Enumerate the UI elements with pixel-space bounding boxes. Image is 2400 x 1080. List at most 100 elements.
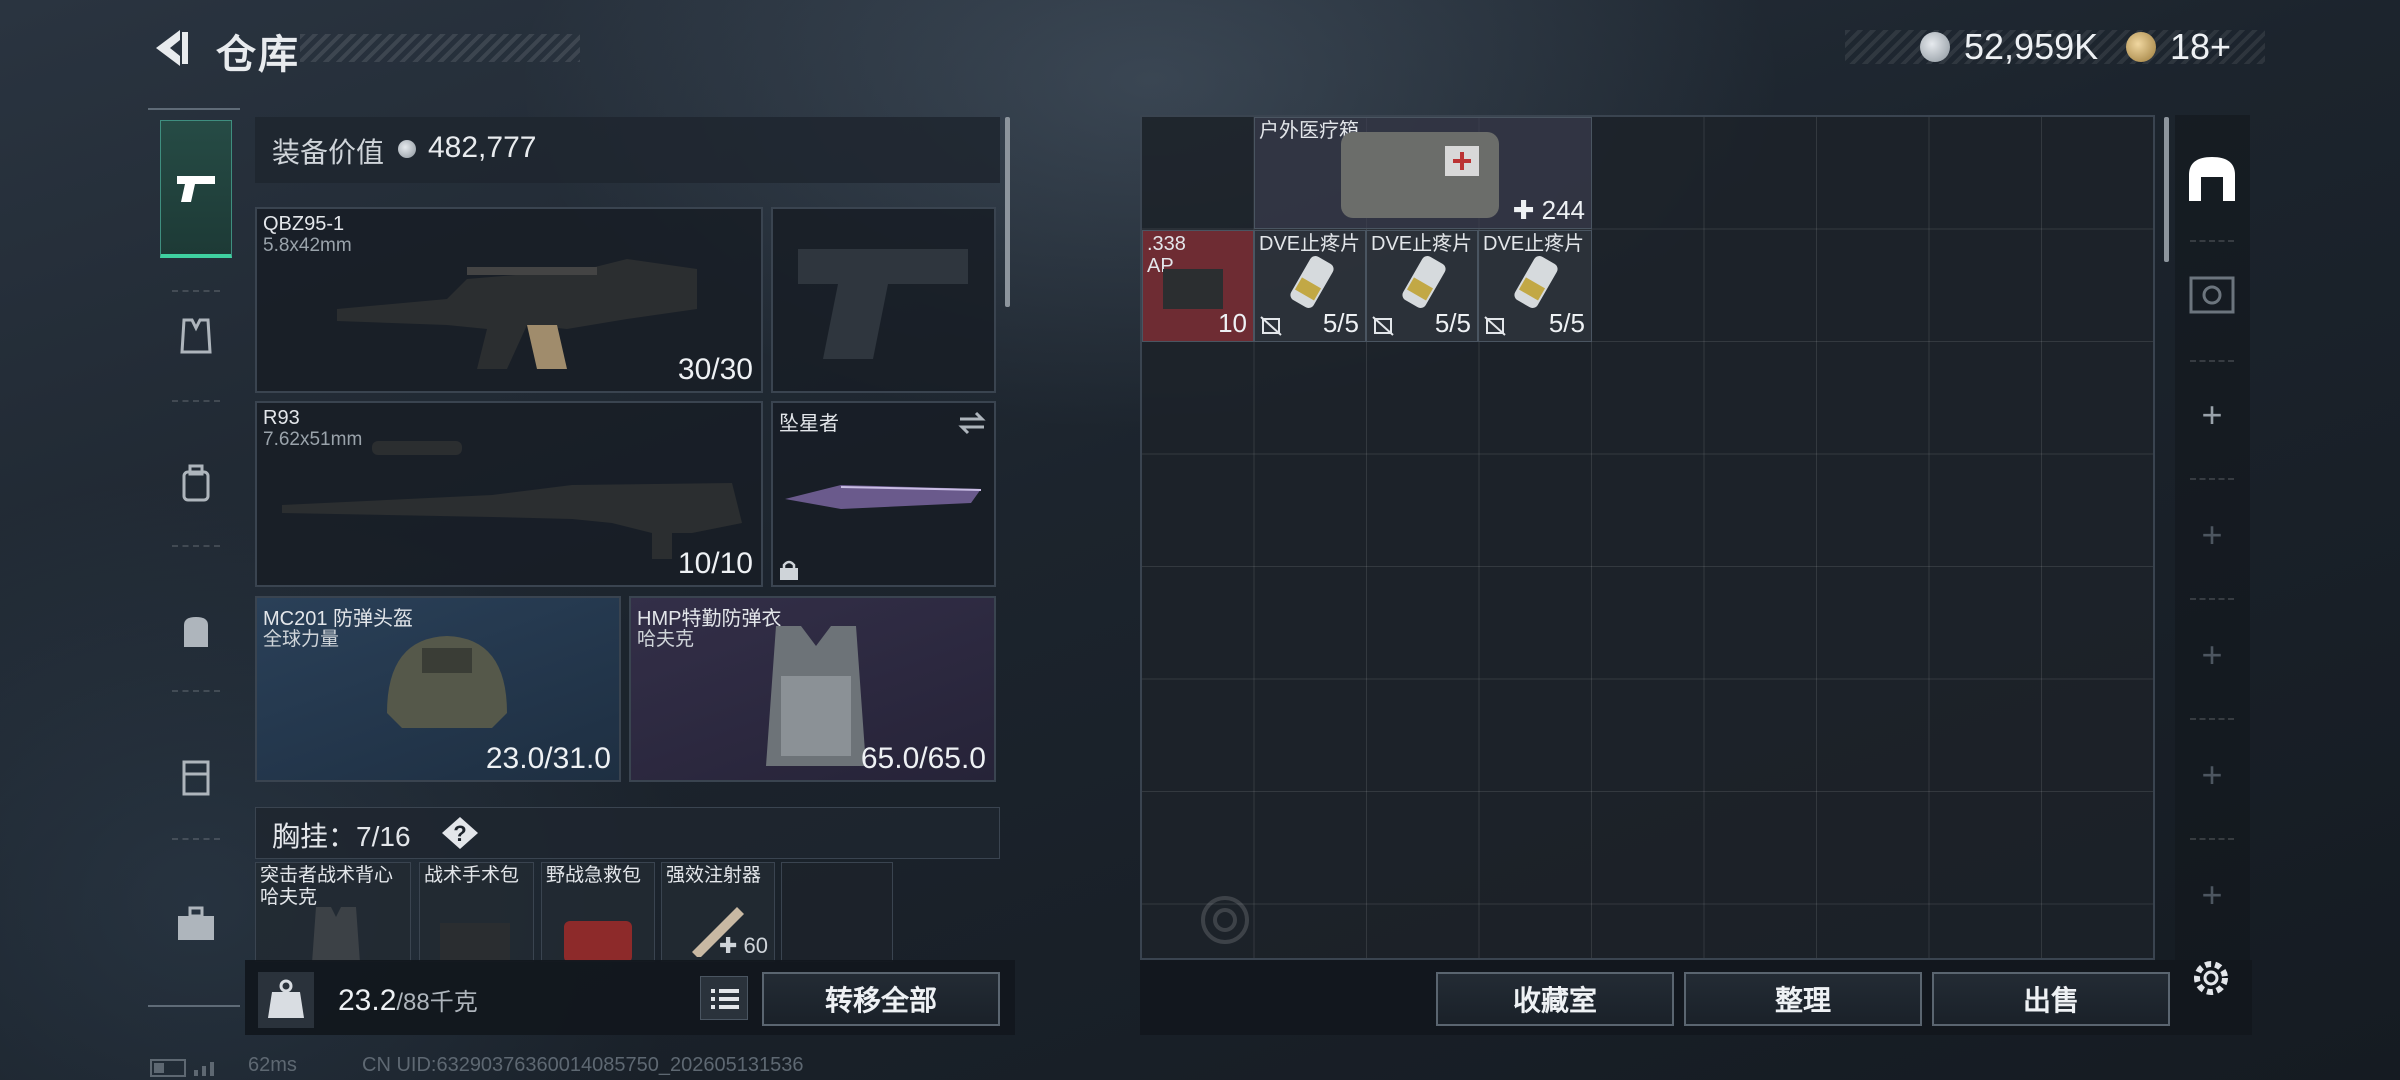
settings-gear-icon[interactable]	[2188, 955, 2234, 1001]
primary-weapon-slot[interactable]: QBZ95-1 5.8x42mm 30/30	[255, 207, 763, 393]
list-icon	[711, 989, 739, 1009]
toolbox-icon	[178, 906, 214, 940]
stash-tab-main[interactable]	[2182, 148, 2242, 208]
chest-item-surgery-kit[interactable]: 战术手术包	[419, 862, 534, 962]
help-icon[interactable]: ?	[440, 815, 480, 851]
gold-coin-icon	[2126, 32, 2156, 62]
transfer-all-button[interactable]: 转移全部	[762, 972, 1000, 1026]
first-aid-image	[564, 921, 632, 961]
medical-box-image	[1341, 132, 1499, 218]
sell-button[interactable]: 出售	[1932, 972, 2170, 1026]
chest-item-vest[interactable]: 突击者战术背心 哈夫克	[255, 862, 411, 962]
stash-item-painkiller[interactable]: DVE止疼片 5/5	[1366, 230, 1478, 342]
add-stash-page-button[interactable]: +	[2182, 745, 2242, 805]
stash-item-ammo[interactable]: .338 AP 10	[1142, 230, 1254, 342]
no-share-icon	[1484, 316, 1506, 336]
vest-icon	[180, 318, 212, 354]
surgery-kit-image	[440, 923, 510, 961]
add-stash-page-button[interactable]: +	[2182, 505, 2242, 565]
item-name: 战术手术包	[424, 865, 520, 886]
equipment-value-label: 装备价值	[272, 137, 385, 168]
weight-icon-box	[258, 972, 314, 1028]
safe-box-icon	[2189, 276, 2235, 314]
silver-coin-icon	[398, 140, 416, 158]
add-stash-page-button[interactable]: +	[2182, 625, 2242, 685]
pistol-placeholder-icon	[798, 249, 968, 359]
armor-durability: 65.0/65.0	[860, 742, 986, 775]
sidebar-divider	[172, 290, 220, 292]
tab-backpack[interactable]	[160, 448, 232, 520]
helmet-durability: 23.0/31.0	[485, 742, 611, 775]
stash-tab-secondary[interactable]	[2182, 265, 2242, 325]
tactical-vest-image	[312, 907, 360, 961]
injector-count: ✚ 60	[718, 933, 768, 958]
swap-icon[interactable]	[956, 409, 988, 437]
list-view-button[interactable]	[700, 976, 748, 1020]
stash-tab-divider	[2190, 718, 2234, 720]
item-name: DVE止疼片	[1483, 233, 1585, 255]
currency-main-value[interactable]: 52,959K	[1964, 26, 2098, 68]
sidebar-bottom-line	[148, 1005, 240, 1007]
weight-value: 23.2/88千克	[338, 984, 478, 1017]
item-uses: 5/5	[1548, 308, 1585, 338]
item-count: ✚ 244	[1512, 195, 1585, 225]
stash-scrollbar[interactable]	[2164, 117, 2169, 262]
currency-secondary-value[interactable]: 18+	[2170, 26, 2231, 68]
helmet-brand: 全球力量	[263, 629, 340, 650]
weapon-ammo: 30/30	[677, 353, 753, 386]
stash-tab-divider	[2190, 598, 2234, 600]
ammo-box-image	[1163, 269, 1223, 309]
sidebar-top-line	[148, 108, 240, 110]
stash-item-painkiller[interactable]: DVE止疼片 5/5	[1254, 230, 1366, 342]
user-uid: CN UID:6329037636001408575​0_20260513153…	[362, 1054, 804, 1076]
stash-item-painkiller[interactable]: DVE止疼片 5/5	[1478, 230, 1592, 342]
chest-item-first-aid[interactable]: 野战急救包	[541, 862, 655, 962]
item-name: 野战急救包	[546, 865, 642, 886]
title-decoration	[300, 34, 580, 62]
crosshair-watermark-icon	[1201, 896, 1249, 944]
backpack-icon	[182, 464, 210, 502]
chest-rig-label: 胸挂：7/16	[272, 815, 411, 855]
add-stash-page-button[interactable]: +	[2182, 865, 2242, 925]
case-icon	[182, 760, 210, 796]
sidebar-divider	[172, 400, 220, 402]
equipment-value: 482,777	[428, 131, 537, 164]
pistol-icon	[177, 175, 215, 202]
chest-rig-title: 胸挂：	[272, 821, 357, 852]
helmet-slot[interactable]: MC201 防弹头盔 全球力量 23.0/31.0	[255, 596, 621, 782]
armor-vest-image	[766, 626, 866, 766]
item-count: 10	[1218, 308, 1247, 338]
melee-slot[interactable]: 坠星者	[771, 401, 996, 587]
chest-item-injector[interactable]: 强效注射器 ✚ 60	[661, 862, 775, 962]
add-stash-page-button[interactable]: +	[2182, 385, 2242, 445]
knife-image	[785, 485, 982, 509]
weight-kg-icon	[268, 979, 304, 1018]
equipment-scrollbar[interactable]	[1005, 117, 1010, 307]
melee-name: 坠星者	[779, 413, 839, 435]
chest-rig-capacity: 7/16	[356, 821, 411, 852]
organize-button[interactable]: 整理	[1684, 972, 1922, 1026]
bag-icon	[184, 617, 208, 647]
help-glyph: ?	[453, 821, 466, 846]
sidebar-divider	[172, 545, 220, 547]
pistol-slot[interactable]	[771, 207, 996, 393]
ping-readout: 62ms	[248, 1054, 297, 1076]
item-name: DVE止疼片	[1371, 233, 1473, 255]
tab-weapons[interactable]	[160, 120, 232, 258]
sidebar-divider	[172, 838, 220, 840]
tab-armor[interactable]	[160, 300, 232, 372]
item-uses: 5/5	[1322, 308, 1359, 338]
tab-toolbox[interactable]	[160, 888, 232, 960]
stash-tab-divider	[2190, 360, 2234, 362]
tab-container[interactable]	[160, 740, 232, 812]
collection-room-button[interactable]: 收藏室	[1436, 972, 1674, 1026]
weapon-ammo: 10/10	[677, 547, 753, 580]
chest-item-empty[interactable]	[781, 862, 893, 962]
armor-slot[interactable]: HMP特勤防弹衣 哈夫克 65.0/65.0	[629, 596, 996, 782]
stash-home-icon	[2189, 157, 2235, 201]
stash-tab-divider	[2190, 478, 2234, 480]
secondary-weapon-slot[interactable]: R93 7.62x51mm 10/10	[255, 401, 763, 587]
tab-bag[interactable]	[160, 595, 232, 667]
stash-item-medical-box[interactable]: 户外医疗箱 ✚ 244	[1254, 117, 1592, 229]
back-arrow-icon[interactable]	[150, 26, 194, 70]
